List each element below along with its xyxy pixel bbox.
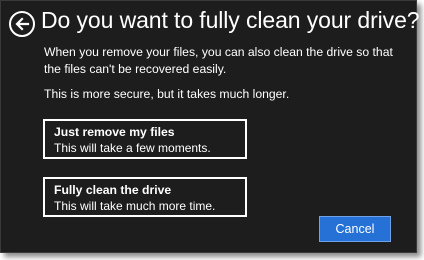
- back-button[interactable]: [9, 11, 35, 37]
- back-arrow-icon: [14, 16, 30, 32]
- description-text: When you remove your files, you can also…: [44, 45, 393, 76]
- page-title: Do you want to fully clean your drive?: [41, 7, 420, 33]
- option-title: Fully clean the drive: [54, 183, 172, 197]
- dialog-window: Do you want to fully clean your drive? W…: [0, 0, 420, 253]
- cancel-button[interactable]: Cancel: [319, 216, 391, 242]
- fully-clean-drive-option[interactable]: Fully clean the drive This will take muc…: [43, 177, 247, 217]
- note-text: This is more secure, but it takes much l…: [44, 87, 290, 101]
- option-subtitle: This will take much more time.: [54, 199, 216, 213]
- option-title: Just remove my files: [54, 125, 175, 139]
- just-remove-files-option[interactable]: Just remove my files This will take a fe…: [43, 119, 247, 159]
- option-subtitle: This will take a few moments.: [54, 141, 211, 155]
